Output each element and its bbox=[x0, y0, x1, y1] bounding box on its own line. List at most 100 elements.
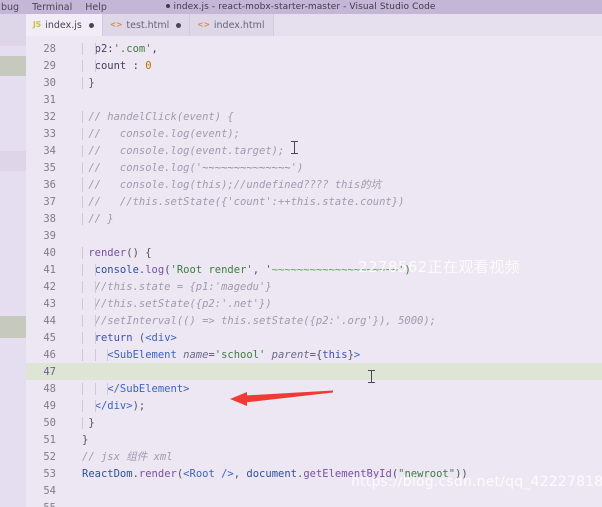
line-number: 30 bbox=[43, 76, 56, 89]
code-line[interactable]: 54 bbox=[26, 482, 602, 499]
code-text[interactable]: //setInterval(() => this.setState({p2:'.… bbox=[78, 314, 602, 327]
code-line[interactable]: 35 // console.log('~~~~~~~~~~~~~~') bbox=[26, 159, 602, 176]
tab-bar-empty-area bbox=[273, 14, 602, 36]
code-text[interactable]: // console.log(event); bbox=[78, 127, 602, 140]
code-line[interactable]: 48 </SubElement> bbox=[26, 380, 602, 397]
code-lines-container[interactable]: 28 p2:'.com', 29 count : 0 30 } 31 32 // han… bbox=[26, 36, 602, 507]
overview-ruler[interactable] bbox=[0, 36, 26, 507]
indent-guide bbox=[82, 127, 83, 140]
code-text[interactable]: ReactDom.render(<Root />, document.getEl… bbox=[78, 468, 602, 480]
code-line[interactable]: 46 <SubElement name='school' parent={thi… bbox=[26, 346, 602, 363]
code-line[interactable]: 39 bbox=[26, 227, 602, 244]
tab-label: index.js bbox=[45, 19, 82, 31]
tab-dirty-indicator-icon[interactable] bbox=[88, 22, 94, 28]
code-line[interactable]: 53 ReactDom.render(<Root />, document.get… bbox=[26, 465, 602, 482]
overview-ruler-mark[interactable] bbox=[0, 56, 26, 76]
code-line[interactable]: 52 // jsx 组件 xml bbox=[26, 448, 602, 465]
code-editor[interactable]: 28 p2:'.com', 29 count : 0 30 } 31 32 // han… bbox=[26, 36, 602, 507]
code-text[interactable]: //this.state = {p1:'magedu'} bbox=[78, 280, 602, 293]
indent-guide bbox=[82, 297, 83, 310]
code-text[interactable]: // //this.setState({'count':++this.state… bbox=[78, 195, 602, 208]
indent-guide bbox=[82, 416, 83, 429]
code-text[interactable]: } bbox=[78, 76, 602, 89]
code-text[interactable]: // } bbox=[78, 212, 602, 225]
tab-index-html[interactable]: <> index.html bbox=[190, 14, 274, 36]
js-file-icon: JS bbox=[33, 20, 42, 30]
html-file-icon: <> bbox=[197, 20, 210, 30]
code-line[interactable]: 40 render() { bbox=[26, 244, 602, 261]
tab-label: test.html bbox=[126, 19, 170, 31]
line-number: 29 bbox=[43, 59, 56, 72]
code-text[interactable]: render() { bbox=[78, 246, 602, 259]
code-line[interactable]: 44 //setInterval(() => this.setState({p2… bbox=[26, 312, 602, 329]
indent-guide bbox=[82, 212, 83, 225]
code-line[interactable]: 38 // } bbox=[26, 210, 602, 227]
code-line[interactable]: 49 </div>); bbox=[26, 397, 602, 414]
indent-guide bbox=[82, 195, 83, 208]
line-number: 45 bbox=[43, 331, 56, 344]
indent-guide bbox=[94, 348, 96, 361]
indent-guide bbox=[82, 348, 83, 361]
code-line[interactable]: 45 return (<div> bbox=[26, 329, 602, 346]
tab-test-html[interactable]: <> test.html bbox=[102, 14, 191, 36]
indent-guide bbox=[107, 348, 109, 361]
code-line[interactable]: 47 bbox=[26, 363, 602, 380]
code-line[interactable]: 37 // //this.setState({'count':++this.st… bbox=[26, 193, 602, 210]
code-line[interactable]: 41 console.log('Root render', '~~~~~~~~~… bbox=[26, 261, 602, 278]
code-text[interactable]: return (<div> bbox=[78, 331, 602, 344]
code-text[interactable]: count : 0 bbox=[78, 59, 602, 72]
overview-ruler-mark[interactable] bbox=[0, 316, 26, 338]
code-line[interactable]: 55 bbox=[26, 499, 602, 507]
title-bar: bug Terminal Help index.js - react-mobx-… bbox=[0, 0, 602, 14]
indent-guide bbox=[82, 177, 83, 192]
code-line[interactable]: 30 } bbox=[26, 74, 602, 91]
tab-dirty-indicator-icon[interactable] bbox=[176, 22, 182, 28]
code-line[interactable]: 50 } bbox=[26, 414, 602, 431]
line-number: 31 bbox=[43, 93, 56, 106]
code-text[interactable]: // console.log(this);//undefined???? thi… bbox=[78, 177, 602, 192]
code-text[interactable]: </SubElement> bbox=[78, 382, 602, 395]
code-text[interactable]: //this.setState({p2:'.net'}) bbox=[78, 297, 602, 310]
code-text[interactable]: <SubElement name='school' parent={this}> bbox=[78, 348, 602, 361]
indent-guide bbox=[82, 76, 83, 89]
indent-guide bbox=[82, 59, 83, 72]
code-text[interactable]: // jsx 组件 xml bbox=[78, 449, 602, 464]
code-text[interactable]: // console.log('~~~~~~~~~~~~~~') bbox=[78, 161, 602, 174]
tab-index-js[interactable]: JS index.js bbox=[26, 14, 103, 36]
line-number: 38 bbox=[43, 212, 56, 225]
line-number: 54 bbox=[43, 484, 56, 497]
code-text[interactable]: </div>); bbox=[78, 399, 602, 412]
indent-guide bbox=[94, 59, 96, 72]
code-line[interactable]: 31 bbox=[26, 91, 602, 108]
line-number: 49 bbox=[43, 399, 56, 412]
code-text[interactable]: } bbox=[78, 416, 602, 429]
line-number: 52 bbox=[43, 450, 56, 463]
overview-ruler-mark[interactable] bbox=[0, 36, 26, 46]
editor-tab-bar: JS index.js <> test.html <> index.html bbox=[0, 14, 602, 36]
code-line[interactable]: 33 // console.log(event); bbox=[26, 125, 602, 142]
code-line[interactable]: 28 p2:'.com', bbox=[26, 40, 602, 57]
code-line[interactable]: 51} bbox=[26, 431, 602, 448]
unsaved-dot-icon bbox=[166, 3, 171, 8]
code-text[interactable]: // handelClick(event) { bbox=[78, 110, 602, 123]
indent-guide bbox=[82, 399, 83, 412]
line-number: 37 bbox=[43, 195, 56, 208]
code-text[interactable]: p2:'.com', bbox=[78, 42, 602, 55]
code-line[interactable]: 29 count : 0 bbox=[26, 57, 602, 74]
indent-guide bbox=[82, 382, 83, 395]
code-text[interactable]: } bbox=[78, 434, 602, 446]
code-text[interactable]: console.log('Root render', '~~~~~~~~~~~~… bbox=[78, 263, 602, 276]
line-number: 28 bbox=[43, 42, 56, 55]
line-number: 50 bbox=[43, 416, 56, 429]
code-line[interactable]: 32 // handelClick(event) { bbox=[26, 108, 602, 125]
code-line[interactable]: 42 //this.state = {p1:'magedu'} bbox=[26, 278, 602, 295]
code-line[interactable]: 36 // console.log(this);//undefined???? … bbox=[26, 176, 602, 193]
code-line[interactable]: 34 // console.log(event.target); bbox=[26, 142, 602, 159]
code-text[interactable]: // console.log(event.target); bbox=[78, 144, 602, 157]
line-number: 39 bbox=[43, 229, 56, 242]
code-line[interactable]: 43 //this.setState({p2:'.net'}) bbox=[26, 295, 602, 312]
overview-ruler-mark[interactable] bbox=[0, 151, 26, 171]
line-number: 42 bbox=[43, 280, 56, 293]
line-number: 51 bbox=[43, 433, 56, 446]
line-number: 35 bbox=[43, 161, 56, 174]
